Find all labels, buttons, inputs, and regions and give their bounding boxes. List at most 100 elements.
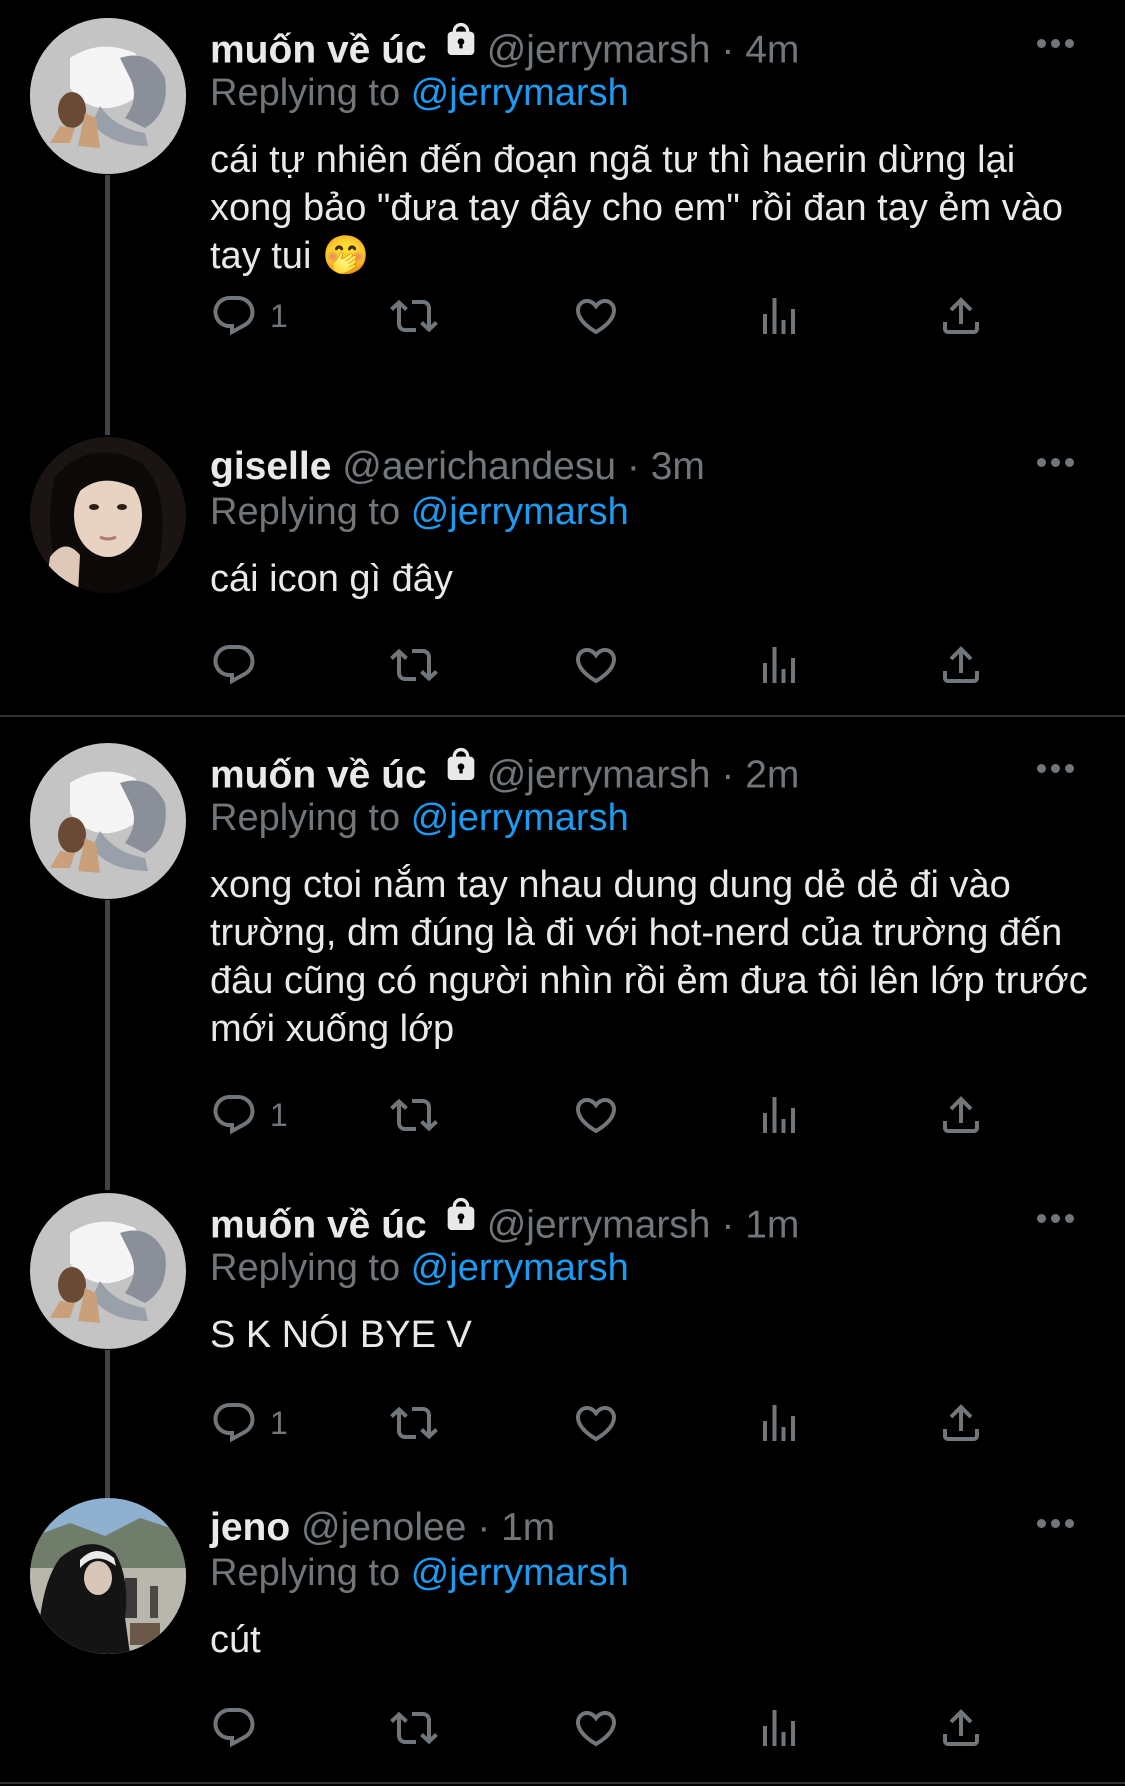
views-icon (755, 1091, 803, 1139)
tweet[interactable]: muốn về úc @jerrymarsh · 1m Replying to @… (0, 1193, 1125, 1493)
views-button[interactable] (755, 1393, 803, 1453)
display-name[interactable]: jeno (210, 1506, 290, 1549)
retweet-button[interactable] (390, 1698, 438, 1758)
views-icon (755, 1399, 803, 1447)
replying-to: Replying to @jerrymarsh (210, 487, 629, 537)
reply-button[interactable]: 1 (210, 286, 288, 346)
reply-count: 1 (270, 1096, 288, 1133)
timestamp[interactable]: 1m (745, 1203, 799, 1246)
reply-button[interactable]: 1 (210, 1393, 288, 1453)
avatar[interactable] (30, 1193, 186, 1349)
views-button[interactable] (755, 1085, 803, 1145)
action-bar: 1 (210, 286, 1010, 346)
like-icon (572, 641, 620, 689)
avatar[interactable] (30, 743, 186, 899)
kneeling-figure-avatar (30, 18, 186, 174)
share-icon (937, 1704, 985, 1752)
retweet-button[interactable] (390, 1085, 438, 1145)
reply-button[interactable]: 1 (210, 1085, 288, 1145)
views-icon (755, 1704, 803, 1752)
handle[interactable]: @jerrymarsh (487, 28, 711, 71)
handle[interactable]: @jenolee (301, 1506, 466, 1549)
display-name[interactable]: muốn về úc (210, 28, 427, 71)
timestamp[interactable]: 4m (745, 28, 799, 71)
replying-label: Replying to (210, 491, 401, 533)
like-button[interactable] (572, 1085, 620, 1145)
share-button[interactable] (937, 1698, 985, 1758)
share-button[interactable] (937, 635, 985, 695)
mention-link[interactable]: @jerrymarsh (411, 797, 629, 839)
like-icon (572, 292, 620, 340)
like-button[interactable] (572, 286, 620, 346)
kneeling-figure-avatar (30, 743, 186, 899)
replying-label: Replying to (210, 72, 401, 114)
views-button[interactable] (755, 286, 803, 346)
display-name[interactable]: muốn về úc (210, 1203, 427, 1246)
replying-to: Replying to @jerrymarsh (210, 793, 629, 843)
share-button[interactable] (937, 1393, 985, 1453)
views-button[interactable] (755, 635, 803, 695)
separator-dot: · (721, 28, 735, 72)
hoodie-photo-avatar (30, 1498, 186, 1654)
reply-icon (210, 292, 258, 340)
share-icon (937, 641, 985, 689)
timestamp[interactable]: 2m (745, 753, 799, 796)
reply-count: 1 (270, 297, 288, 334)
replying-label: Replying to (210, 1552, 401, 1594)
handle[interactable]: @aerichandesu (342, 445, 616, 488)
retweet-icon (390, 292, 438, 340)
avatar[interactable] (30, 18, 186, 174)
separator-dot: · (721, 1203, 735, 1247)
retweet-button[interactable] (390, 1393, 438, 1453)
more-icon[interactable] (1029, 1498, 1081, 1548)
avatar[interactable] (30, 1498, 186, 1654)
kneeling-figure-avatar (30, 1193, 186, 1349)
more-icon[interactable] (1029, 743, 1081, 793)
mention-link[interactable]: @jerrymarsh (411, 1247, 629, 1289)
handle[interactable]: @jerrymarsh (487, 753, 711, 796)
tweet[interactable]: giselle @aerichandesu · 3m Replying to @… (0, 437, 1125, 707)
action-bar (210, 635, 1010, 695)
reply-button[interactable] (210, 1698, 258, 1758)
replying-label: Replying to (210, 797, 401, 839)
more-icon[interactable] (1029, 18, 1081, 68)
reply-count: 1 (270, 1404, 288, 1441)
tweet[interactable]: muốn về úc @jerrymarsh · 2m Replying to @… (0, 743, 1125, 1183)
more-icon[interactable] (1029, 1193, 1081, 1243)
retweet-icon (390, 1091, 438, 1139)
replying-to: Replying to @jerrymarsh (210, 1243, 629, 1293)
reply-button[interactable] (210, 635, 258, 695)
views-button[interactable] (755, 1698, 803, 1758)
action-bar (210, 1698, 1010, 1758)
reply-icon (210, 1091, 258, 1139)
handle[interactable]: @jerrymarsh (487, 1203, 711, 1246)
separator-dot: · (626, 445, 640, 488)
display-name[interactable]: giselle (210, 445, 331, 488)
mention-link[interactable]: @jerrymarsh (411, 491, 629, 533)
timestamp[interactable]: 3m (651, 445, 705, 488)
separator-dot: · (721, 753, 735, 797)
more-icon[interactable] (1029, 437, 1081, 487)
retweet-icon (390, 1704, 438, 1752)
separator-dot: · (477, 1506, 491, 1549)
tweet-text: cái tự nhiên đến đoạn ngã tư thì haerin … (210, 139, 1064, 277)
timestamp[interactable]: 1m (501, 1506, 555, 1549)
reply-icon (210, 1399, 258, 1447)
avatar[interactable] (30, 437, 186, 593)
tweet[interactable]: muốn về úc @jerrymarsh · 4m Replying to @… (0, 18, 1125, 418)
like-button[interactable] (572, 1698, 620, 1758)
like-button[interactable] (572, 635, 620, 695)
retweet-button[interactable] (390, 635, 438, 695)
share-button[interactable] (937, 1085, 985, 1145)
display-name[interactable]: muốn về úc (210, 753, 427, 796)
share-icon (937, 1091, 985, 1139)
tweet[interactable]: jeno @jenolee · 1m Replying to @jerrymar… (0, 1498, 1125, 1778)
like-button[interactable] (572, 1393, 620, 1453)
mention-link[interactable]: @jerrymarsh (411, 1552, 629, 1594)
like-icon (572, 1091, 620, 1139)
retweet-button[interactable] (390, 286, 438, 346)
share-button[interactable] (937, 286, 985, 346)
mention-link[interactable]: @jerrymarsh (411, 72, 629, 114)
action-bar: 1 (210, 1393, 1010, 1453)
conversation-divider (0, 715, 1125, 717)
